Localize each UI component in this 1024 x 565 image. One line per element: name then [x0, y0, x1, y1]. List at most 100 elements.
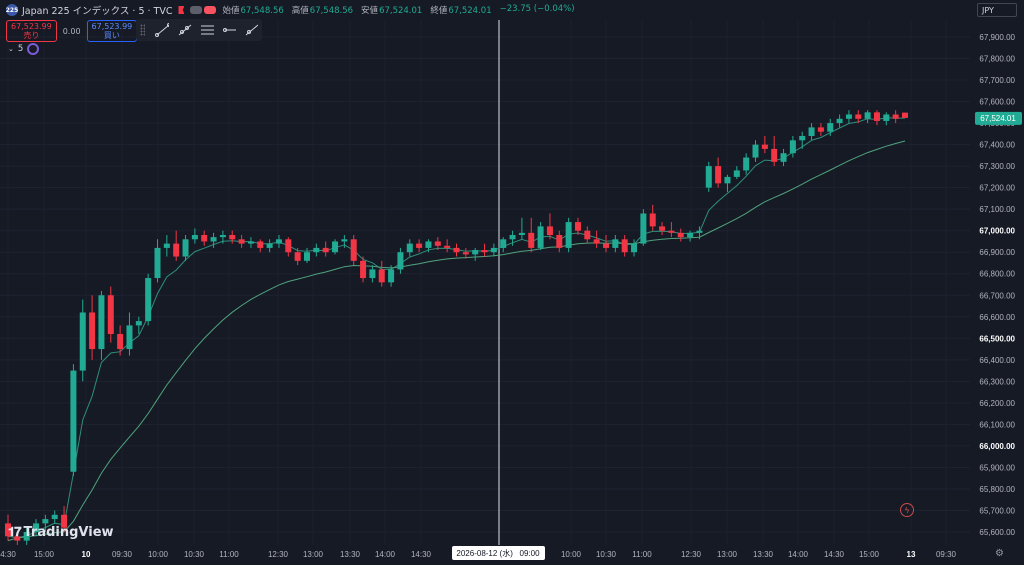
chevron-down-icon[interactable]: ⌄ — [8, 45, 14, 53]
moving-average-layer — [7, 117, 906, 542]
indicator-period: 5 — [17, 44, 24, 54]
candle-body — [472, 250, 479, 255]
price-tick-label: 67,600.00 — [979, 98, 1015, 107]
price-tick-label: 67,000.00 — [979, 227, 1015, 236]
indicator-legend[interactable]: ⌄ 5 — [8, 43, 40, 55]
parallel-channel-icon[interactable] — [200, 23, 214, 37]
lightning-icon[interactable]: ϟ — [900, 503, 914, 517]
price-tick-label: 67,200.00 — [979, 184, 1015, 193]
symbol-title[interactable]: Japan 225 インデックス · 5 · TVC — [22, 3, 172, 17]
sell-button[interactable]: 67,523.99 売り — [6, 20, 57, 42]
candle-body — [191, 235, 198, 240]
price-tick-label: 67,100.00 — [979, 205, 1015, 214]
alert-icon — [204, 6, 217, 14]
price-tick-label: 66,200.00 — [979, 399, 1015, 408]
candle-body — [388, 269, 395, 283]
open-value: 67,548.56 — [240, 6, 284, 16]
sell-label: 売り — [23, 31, 40, 40]
price-tick-label: 66,700.00 — [979, 291, 1015, 300]
candle-body — [117, 334, 124, 350]
symbol-logo[interactable]: 225 — [6, 4, 18, 16]
high-label: 高値 — [291, 6, 309, 16]
candle-body — [332, 241, 339, 253]
trend-line-icon[interactable] — [155, 23, 170, 37]
price-axis[interactable]: 67,900.00 67,800.00 67,700.00 67,600.00 67,5… — [979, 33, 1015, 537]
time-tick-label: 14:30 — [824, 550, 845, 559]
close-label: 終値 — [430, 6, 448, 16]
time-tick-label: 4:30 — [0, 550, 16, 559]
tradingview-logo-icon: 𝟏𝟕 — [8, 525, 22, 540]
price-tick-label: 66,300.00 — [979, 377, 1015, 386]
price-tick-label: 66,000.00 — [979, 442, 1015, 451]
drag-handle-icon[interactable] — [140, 24, 146, 36]
flag-icon[interactable] — [178, 6, 185, 14]
time-tick-label: 14:30 — [411, 550, 432, 559]
watermark-text: TradingView — [23, 525, 114, 540]
gear-icon[interactable]: ⚙ — [995, 548, 1004, 559]
spread-value: 0.00 — [62, 26, 81, 36]
candle-body — [696, 230, 703, 233]
candle-body — [836, 118, 843, 124]
time-tick-label: 10:30 — [596, 550, 617, 559]
candle-body — [247, 241, 254, 244]
time-tick-label: 12:30 — [268, 550, 289, 559]
candle-body — [640, 213, 647, 244]
candle-body — [827, 123, 834, 132]
open-label: 始値 — [222, 6, 240, 16]
candle-body — [173, 243, 180, 257]
candle-body — [416, 243, 423, 248]
candle-body — [51, 514, 58, 520]
price-chart[interactable]: 67,900.00 67,800.00 67,700.00 67,600.00 67,5… — [0, 0, 1024, 565]
time-tick-label: 12:30 — [681, 550, 702, 559]
candle-body — [743, 157, 750, 171]
candle-body — [322, 247, 329, 253]
low-label: 安値 — [361, 6, 379, 16]
candle-body — [275, 239, 282, 244]
buy-button[interactable]: 67,523.99 買い — [86, 20, 138, 42]
ma-slow-line — [7, 140, 906, 542]
candle-body — [761, 144, 768, 149]
candle-body — [238, 239, 245, 244]
candle-body — [98, 295, 105, 350]
time-tick-label: 14:00 — [788, 550, 809, 559]
candle-body — [341, 239, 348, 242]
candle-body — [528, 232, 535, 248]
visibility-toggle[interactable] — [190, 6, 217, 14]
candle-body — [668, 230, 675, 233]
time-tick-label: 10 — [82, 550, 91, 559]
crosshair-time-label: 2026-08-12 (水) 09:00 — [452, 546, 545, 560]
candle-body — [565, 222, 572, 248]
candle-body — [509, 235, 516, 240]
indicator-settings-icon[interactable] — [27, 43, 40, 55]
candle-body — [378, 269, 385, 283]
currency-selector[interactable]: JPY — [977, 3, 1017, 17]
candle-body — [313, 247, 320, 253]
price-tick-label: 67,900.00 — [979, 33, 1015, 42]
candle-body — [79, 312, 86, 371]
time-tick-label: 15:00 — [859, 550, 880, 559]
ray-line-icon[interactable] — [177, 23, 192, 37]
candle-body — [462, 252, 469, 255]
candle-body — [154, 247, 161, 279]
candle-body — [406, 243, 413, 253]
time-tick-label: 11:00 — [632, 550, 652, 559]
candle-body — [546, 226, 553, 235]
candle-body — [425, 241, 432, 248]
candle-body — [817, 127, 824, 132]
time-tick-label: 15:00 — [34, 550, 55, 559]
price-tick-label: 67,800.00 — [979, 55, 1015, 64]
candle-body — [574, 222, 581, 231]
price-tick-label: 65,900.00 — [979, 463, 1015, 472]
horizontal-ray-icon[interactable] — [222, 23, 236, 37]
candle-body — [715, 166, 722, 184]
buy-price: 67,523.99 — [91, 22, 133, 31]
drawing-toolbar — [136, 19, 262, 41]
time-tick-label: 09:30 — [112, 550, 133, 559]
candle-body — [453, 247, 460, 253]
extended-line-icon[interactable] — [244, 23, 258, 37]
candle-body — [883, 114, 890, 121]
last-price-label: 67,524.01 — [980, 114, 1016, 123]
ma-fast-line — [7, 117, 905, 539]
candle-body — [752, 144, 759, 158]
buy-label: 買い — [103, 31, 120, 40]
